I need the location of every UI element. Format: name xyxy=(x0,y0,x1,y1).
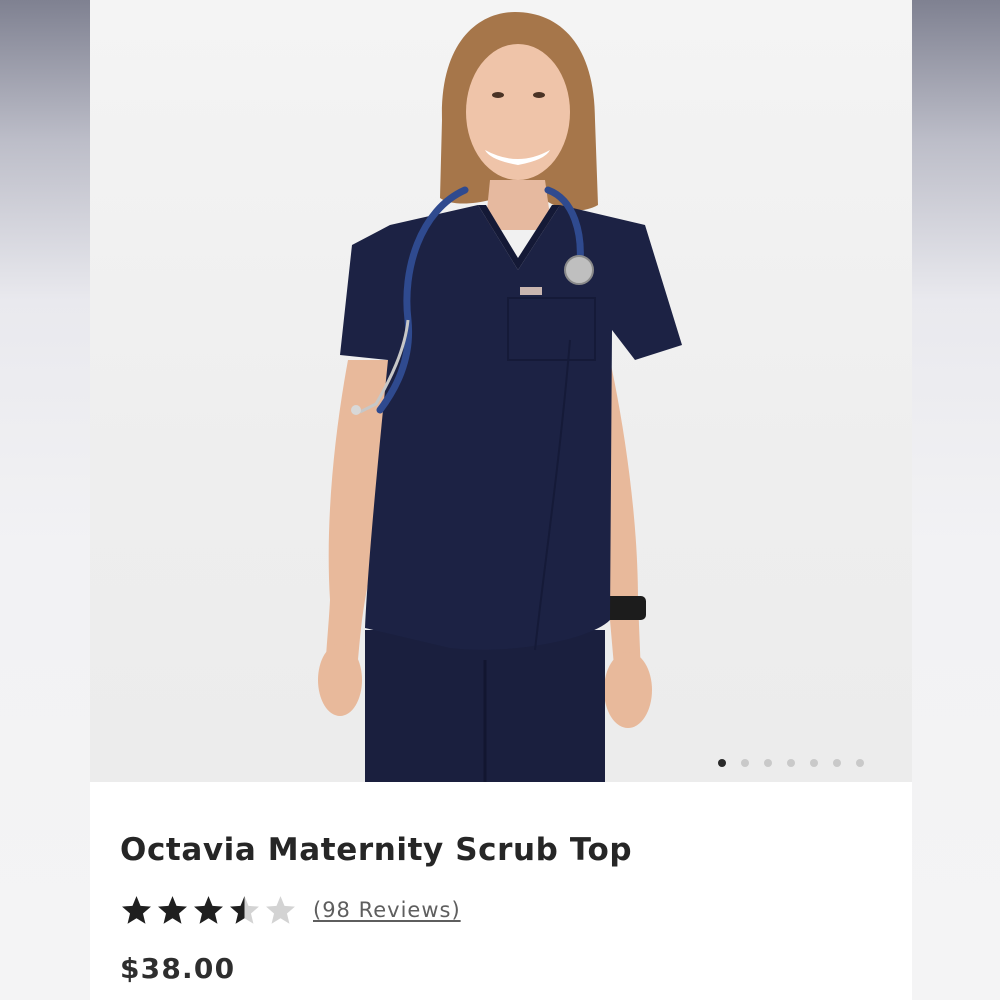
carousel-dots xyxy=(718,759,864,767)
carousel-dot[interactable] xyxy=(764,759,772,767)
star-filled-icon xyxy=(194,895,223,924)
product-image-gallery[interactable] xyxy=(90,0,912,782)
star-half-icon xyxy=(230,895,259,924)
carousel-dot[interactable] xyxy=(741,759,749,767)
star-empty-icon xyxy=(266,895,295,924)
carousel-dot[interactable] xyxy=(787,759,795,767)
star-rating xyxy=(120,894,297,927)
carousel-dot[interactable] xyxy=(810,759,818,767)
carousel-dot[interactable] xyxy=(718,759,726,767)
product-rating[interactable]: (98 Reviews) xyxy=(120,888,461,932)
carousel-dot[interactable] xyxy=(833,759,841,767)
product-price: $38.00 xyxy=(120,952,236,985)
product-card: Octavia Maternity Scrub Top (98 Reviews)… xyxy=(90,0,912,1000)
product-title: Octavia Maternity Scrub Top xyxy=(120,832,633,868)
left-blurred-gutter xyxy=(0,0,90,1000)
reviews-link[interactable]: (98 Reviews) xyxy=(313,898,461,922)
product-photo xyxy=(318,12,682,782)
star-filled-icon xyxy=(158,895,187,924)
right-blurred-gutter xyxy=(912,0,1000,1000)
carousel-dot[interactable] xyxy=(856,759,864,767)
star-filled-icon xyxy=(122,895,151,924)
